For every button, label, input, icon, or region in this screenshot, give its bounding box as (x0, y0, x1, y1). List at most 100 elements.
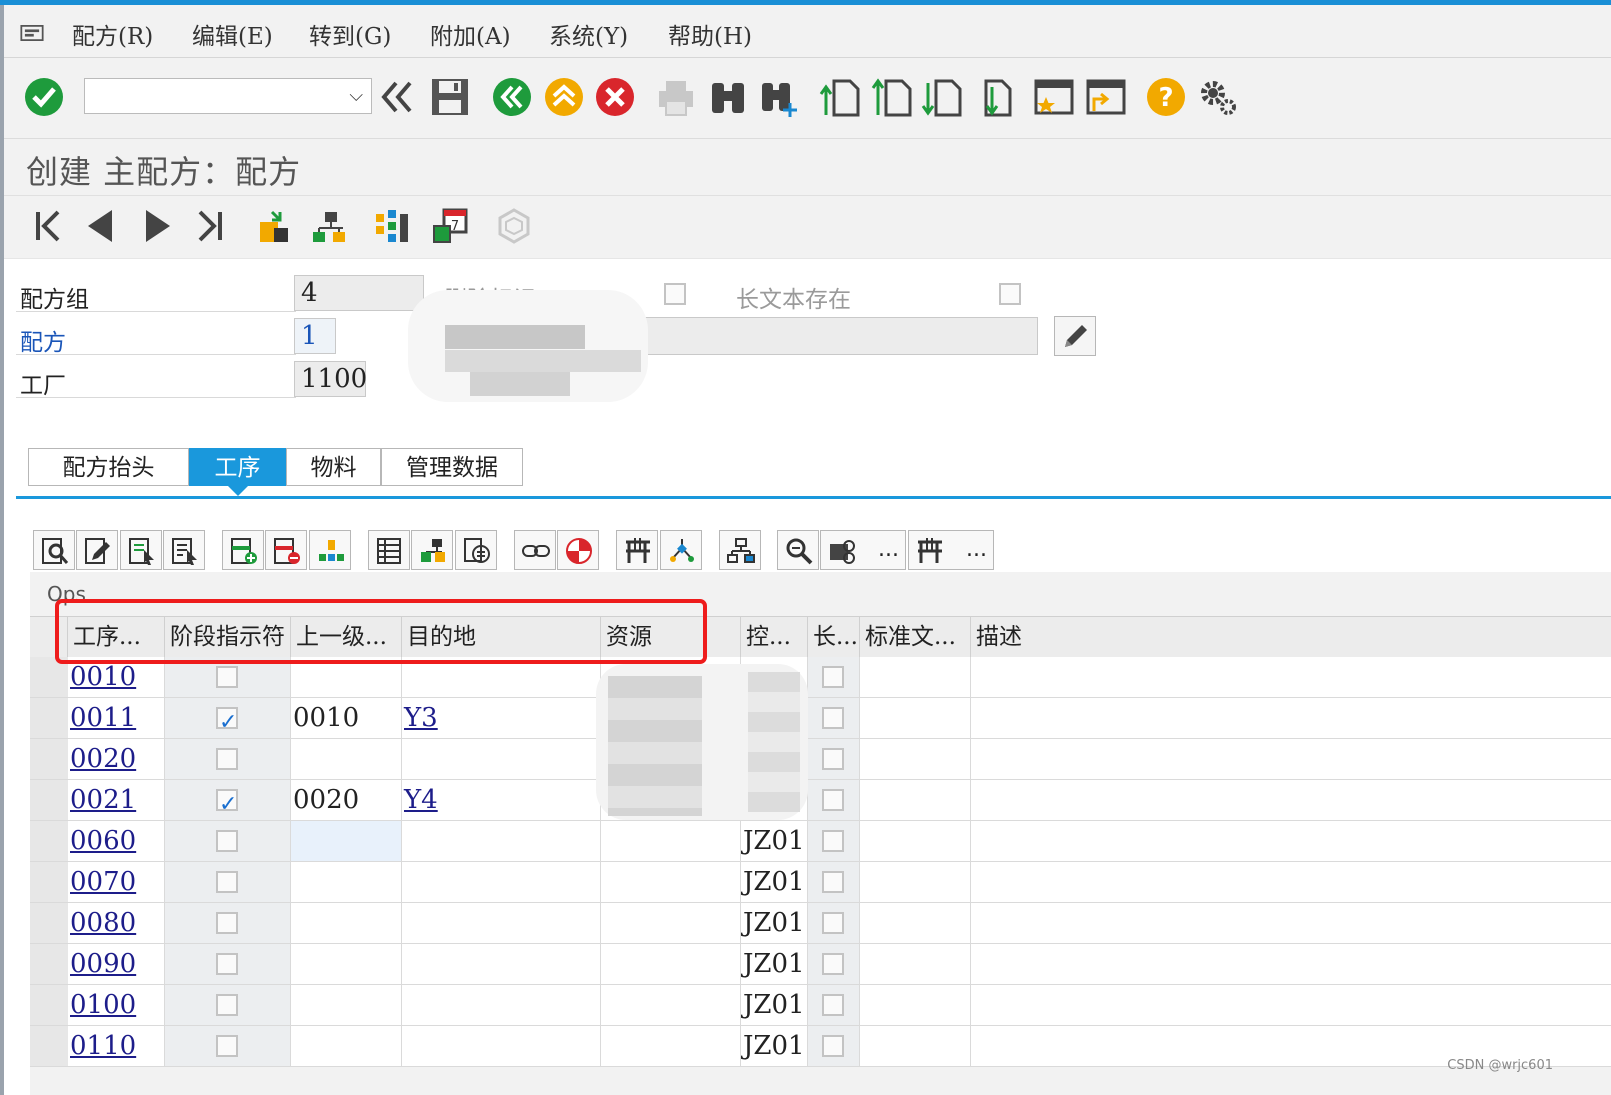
tab-recipe-header[interactable]: 配方抬头 (28, 448, 189, 486)
edit-button[interactable] (76, 530, 118, 570)
control-key-cell[interactable]: JZ01 (741, 1026, 808, 1066)
phase-indicator-checkbox[interactable] (216, 994, 238, 1016)
standard-text-cell[interactable] (860, 657, 971, 697)
description-cell[interactable] (971, 698, 1611, 738)
control-key-cell[interactable]: JZ01 (741, 944, 808, 984)
first-record-icon[interactable] (28, 206, 68, 246)
control-key-cell[interactable]: JZ01 (741, 903, 808, 943)
table-row[interactable]: 0100 JZ01 (30, 985, 1611, 1026)
plant-field[interactable]: 1100 (294, 361, 367, 397)
destination-cell[interactable] (402, 903, 601, 943)
next-record-icon[interactable] (138, 206, 178, 246)
table-row[interactable]: 0090 JZ01 (30, 944, 1611, 985)
long-text-checkbox[interactable] (822, 953, 844, 975)
phase-indicator-checkbox[interactable] (216, 912, 238, 934)
tab-operations[interactable]: 工序 (189, 448, 286, 486)
standard-text-cell[interactable] (860, 1026, 971, 1066)
phase-indicator-checkbox[interactable]: ✓ (216, 789, 238, 817)
column-standard-text[interactable]: 标准文... (860, 617, 971, 657)
row-selector[interactable] (30, 903, 68, 943)
long-text-checkbox[interactable] (822, 748, 844, 770)
superior-operation-cell[interactable] (291, 821, 402, 861)
sort-button[interactable] (309, 530, 351, 570)
standard-text-cell[interactable] (860, 985, 971, 1025)
menu-extras[interactable]: 附加(A) (430, 17, 511, 51)
previous-page-icon[interactable] (870, 75, 914, 119)
menu-recipe[interactable]: 配方(R) (72, 17, 153, 51)
destination-cell[interactable] (402, 1026, 601, 1066)
column-resource[interactable]: 资源 (601, 617, 741, 657)
standard-text-cell[interactable] (860, 698, 971, 738)
superior-operation-cell[interactable] (291, 985, 402, 1025)
create-session-icon[interactable] (1032, 75, 1076, 119)
column-operation[interactable]: 工序... (68, 617, 165, 657)
superior-operation-cell[interactable]: 0020 (291, 780, 402, 820)
row-selector[interactable] (30, 780, 68, 820)
enter-icon[interactable] (22, 75, 66, 119)
tab-materials[interactable]: 物料 (286, 448, 381, 486)
superior-operation-cell[interactable] (291, 1026, 402, 1066)
standard-text-cell[interactable] (860, 944, 971, 984)
destination-cell[interactable]: Y3 (402, 698, 601, 738)
cancel-icon[interactable] (593, 75, 637, 119)
settings-icon[interactable] (1196, 75, 1240, 119)
resource-cell[interactable] (601, 944, 741, 984)
phase-indicator-checkbox[interactable] (216, 666, 238, 688)
more-assignments-button[interactable]: ... (908, 530, 994, 570)
description-cell[interactable] (971, 862, 1611, 902)
operation-number-link[interactable]: 0080 (68, 903, 165, 943)
row-selector[interactable] (30, 657, 68, 697)
column-superior-operation[interactable]: 上一级... (291, 617, 402, 657)
deletion-flag-checkbox[interactable] (664, 283, 686, 305)
next-page-icon[interactable] (920, 75, 964, 119)
column-description[interactable]: 描述 (971, 617, 1611, 657)
operation-number-link[interactable]: 0010 (68, 657, 165, 697)
resource-cell[interactable] (601, 903, 741, 943)
select-all-button[interactable] (163, 530, 205, 570)
superior-operation-cell[interactable] (291, 903, 402, 943)
previous-record-icon[interactable] (82, 206, 122, 246)
last-page-icon[interactable] (970, 75, 1014, 119)
menu-goto[interactable]: 转到(G) (309, 17, 391, 51)
command-field[interactable]: ⌵ (84, 78, 372, 114)
control-key-cell[interactable]: JZ01 (741, 821, 808, 861)
phase-indicator-checkbox[interactable] (216, 871, 238, 893)
shortcut-icon[interactable] (1084, 75, 1128, 119)
table-row[interactable]: 0011 ✓ 0010 Y3 (30, 698, 1611, 739)
column-control-key[interactable]: 控... (741, 617, 808, 657)
description-cell[interactable] (971, 985, 1611, 1025)
table-row[interactable]: 0020 (30, 739, 1611, 780)
edit-long-text-button[interactable] (1054, 316, 1096, 356)
table-row[interactable]: 0080 JZ01 (30, 903, 1611, 944)
destination-cell[interactable] (402, 862, 601, 902)
operation-number-link[interactable]: 0011 (68, 698, 165, 738)
navigation-button[interactable] (660, 530, 702, 570)
tab-admin-data[interactable]: 管理数据 (381, 448, 523, 486)
find-icon[interactable] (706, 75, 750, 119)
long-text-checkbox[interactable] (822, 830, 844, 852)
table-row[interactable]: 0110 JZ01 (30, 1026, 1611, 1067)
collapse-icon[interactable] (376, 75, 420, 119)
long-text-checkbox[interactable] (822, 1035, 844, 1057)
row-selector[interactable] (30, 821, 68, 861)
hierarchy-icon[interactable] (309, 206, 349, 246)
row-selector[interactable] (30, 944, 68, 984)
description-cell[interactable] (971, 657, 1611, 697)
resource-cell[interactable] (601, 821, 741, 861)
table-row[interactable]: 0021 ✓ 0020 Y4 (30, 780, 1611, 821)
control-key-cell[interactable]: JZ01 (741, 862, 808, 902)
description-cell[interactable] (971, 821, 1611, 861)
resource-cell[interactable] (601, 862, 741, 902)
control-key-cell[interactable]: JZ01 (741, 985, 808, 1025)
long-text-checkbox[interactable] (822, 912, 844, 934)
long-text-checkbox[interactable] (822, 871, 844, 893)
details-button[interactable] (33, 530, 75, 570)
operation-number-link[interactable]: 0070 (68, 862, 165, 902)
where-used-button[interactable] (777, 530, 819, 570)
long-text-checkbox[interactable] (822, 666, 844, 688)
superior-operation-cell[interactable] (291, 862, 402, 902)
destination-cell[interactable]: Y4 (402, 780, 601, 820)
control-recipe-button[interactable] (557, 530, 599, 570)
column-phase-indicator[interactable]: 阶段指示符 (165, 617, 291, 657)
print-icon[interactable] (654, 75, 698, 119)
